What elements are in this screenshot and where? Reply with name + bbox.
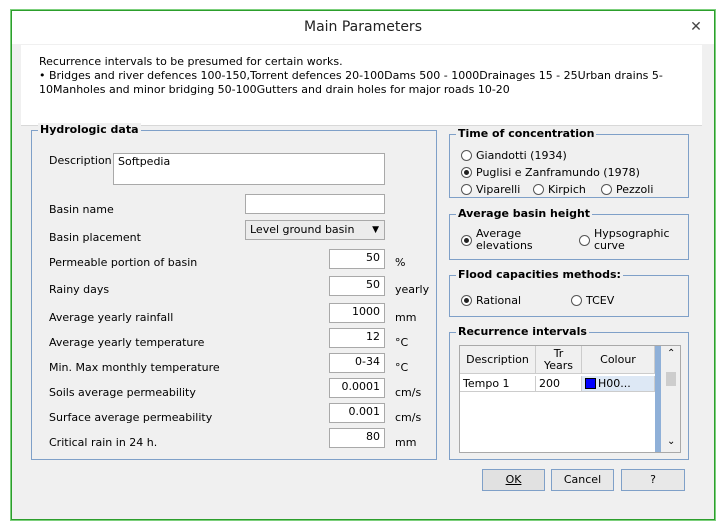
radio-circle-icon [461, 150, 472, 161]
radio-selected-icon [461, 167, 472, 178]
column-header-tr-years[interactable]: Tr Years [536, 346, 582, 374]
basin-placement-select[interactable]: Level ground basin ▼ [245, 220, 385, 240]
rainy-days-label: Rainy days [49, 283, 110, 296]
monthly-temperature-input[interactable]: 0-34 [329, 353, 385, 373]
yearly-temperature-unit: °C [395, 336, 409, 349]
surface-permeability-unit: cm/s [395, 411, 422, 424]
row-colour-value: H00... [598, 376, 631, 390]
radio-tcev[interactable]: TCEV [571, 294, 614, 307]
scrollbar-track-highlight [655, 346, 661, 452]
radio-pezzoli-label: Pezzoli [616, 183, 654, 196]
soils-permeability-unit: cm/s [395, 386, 422, 399]
surface-permeability-label: Surface average permeability [49, 411, 213, 424]
radio-hypsographic-curve[interactable]: Hypsographic curve [579, 228, 679, 252]
radio-circle-icon [571, 295, 582, 306]
radio-circle-icon [601, 184, 612, 195]
permeable-portion-label: Permeable portion of basin [49, 256, 198, 269]
radio-rational-label: Rational [476, 294, 522, 307]
radio-kirpich-label: Kirpich [548, 183, 586, 196]
ok-button-label: OK [505, 473, 522, 486]
radio-rational[interactable]: Rational [461, 294, 521, 307]
yearly-rainfall-input[interactable]: 1000 [329, 303, 385, 323]
help-button[interactable]: ? [621, 469, 685, 491]
radio-giandotti[interactable]: Giandotti (1934) [461, 149, 567, 162]
chevron-down-icon: ▼ [372, 225, 379, 235]
basin-placement-value: Level ground basin [250, 223, 355, 236]
close-icon[interactable]: ✕ [686, 17, 706, 37]
cancel-button[interactable]: Cancel [551, 469, 614, 491]
info-line-1: Recurrence intervals to be presumed for … [39, 55, 343, 68]
rainy-days-unit: yearly [395, 283, 430, 296]
column-header-colour[interactable]: Colour [582, 346, 655, 374]
radio-viparelli-label: Viparelli [476, 183, 521, 196]
basin-placement-label: Basin placement [49, 231, 141, 244]
radio-puglisi-label: Puglisi e Zanframundo (1978) [476, 166, 640, 179]
soils-permeability-input[interactable]: 0.0001 [329, 378, 385, 398]
soils-permeability-label: Soils average permeability [49, 386, 196, 399]
title-bar: Main Parameters ✕ [12, 11, 714, 44]
description-label: Description [49, 154, 112, 167]
radio-selected-icon [461, 234, 472, 246]
info-box: Recurrence intervals to be presumed for … [21, 45, 702, 126]
critical-rain-label: Critical rain in 24 h. [49, 436, 158, 449]
hydrologic-data-group: Hydrologic data Description Softpedia Ba… [31, 123, 437, 460]
recurrence-intervals-group: Recurrence intervals Description Tr Year… [449, 325, 689, 460]
yearly-rainfall-label: Average yearly rainfall [49, 311, 174, 324]
row-colour-cell[interactable]: H00... [582, 376, 655, 392]
row-years-cell[interactable]: 200 [536, 376, 582, 392]
ok-button[interactable]: OK [482, 469, 545, 491]
radio-giandotti-label: Giandotti (1934) [476, 149, 567, 162]
time-of-concentration-group: Time of concentration Giandotti (1934) P… [449, 127, 689, 198]
radio-hypsographic-curve-label: Hypsographic curve [594, 227, 670, 252]
radio-kirpich[interactable]: Kirpich [533, 183, 586, 196]
radio-average-elevations[interactable]: Average elevations [461, 228, 561, 252]
monthly-temperature-unit: °C [395, 361, 409, 374]
description-input[interactable]: Softpedia [113, 153, 385, 185]
critical-rain-unit: mm [395, 436, 417, 449]
radio-average-elevations-label: Average elevations [476, 227, 533, 252]
column-header-tr-years-label: Tr Years [543, 347, 574, 372]
recurrence-grid[interactable]: Description Tr Years Colour Tempo 1 200 … [459, 345, 681, 453]
column-header-description[interactable]: Description [460, 346, 536, 374]
radio-circle-icon [579, 234, 590, 246]
scrollbar-thumb[interactable] [666, 372, 676, 386]
flood-capacities-group: Flood capacities methods: Rational TCEV [449, 268, 689, 317]
average-basin-height-group: Average basin height Average elevations … [449, 207, 689, 260]
row-description-cell[interactable]: Tempo 1 [460, 376, 536, 392]
radio-circle-icon [533, 184, 544, 195]
colour-swatch-icon [585, 378, 596, 389]
average-basin-height-title: Average basin height [456, 207, 593, 220]
permeable-portion-unit: % [395, 256, 406, 269]
scroll-up-icon[interactable]: ⌃ [667, 348, 675, 359]
window-title: Main Parameters [303, 19, 422, 35]
time-of-concentration-title: Time of concentration [456, 127, 597, 140]
rainy-days-input[interactable]: 50 [329, 276, 385, 296]
main-parameters-dialog: Main Parameters ✕ Recurrence intervals t… [11, 10, 715, 520]
scroll-down-icon[interactable]: ⌄ [667, 436, 675, 447]
hydrologic-data-title: Hydrologic data [38, 123, 141, 136]
monthly-temperature-label: Min. Max monthly temperature [49, 361, 220, 374]
permeable-portion-input[interactable]: 50 [329, 249, 385, 269]
yearly-temperature-input[interactable]: 12 [329, 328, 385, 348]
flood-capacities-title: Flood capacities methods: [456, 268, 623, 281]
basin-name-input[interactable] [245, 194, 385, 214]
yearly-temperature-label: Average yearly temperature [49, 336, 205, 349]
radio-selected-icon [461, 295, 472, 306]
recurrence-intervals-title: Recurrence intervals [456, 325, 589, 338]
radio-tcev-label: TCEV [586, 294, 615, 307]
radio-circle-icon [461, 184, 472, 195]
basin-name-label: Basin name [49, 203, 114, 216]
radio-puglisi[interactable]: Puglisi e Zanframundo (1978) [461, 166, 640, 179]
radio-viparelli[interactable]: Viparelli [461, 183, 520, 196]
critical-rain-input[interactable]: 80 [329, 428, 385, 448]
radio-pezzoli[interactable]: Pezzoli [601, 183, 653, 196]
info-line-2: • Bridges and river defences 100-150,Tor… [39, 69, 663, 96]
surface-permeability-input[interactable]: 0.001 [329, 403, 385, 423]
scrollbar[interactable]: ⌃ ⌄ [655, 346, 680, 452]
yearly-rainfall-unit: mm [395, 311, 417, 324]
